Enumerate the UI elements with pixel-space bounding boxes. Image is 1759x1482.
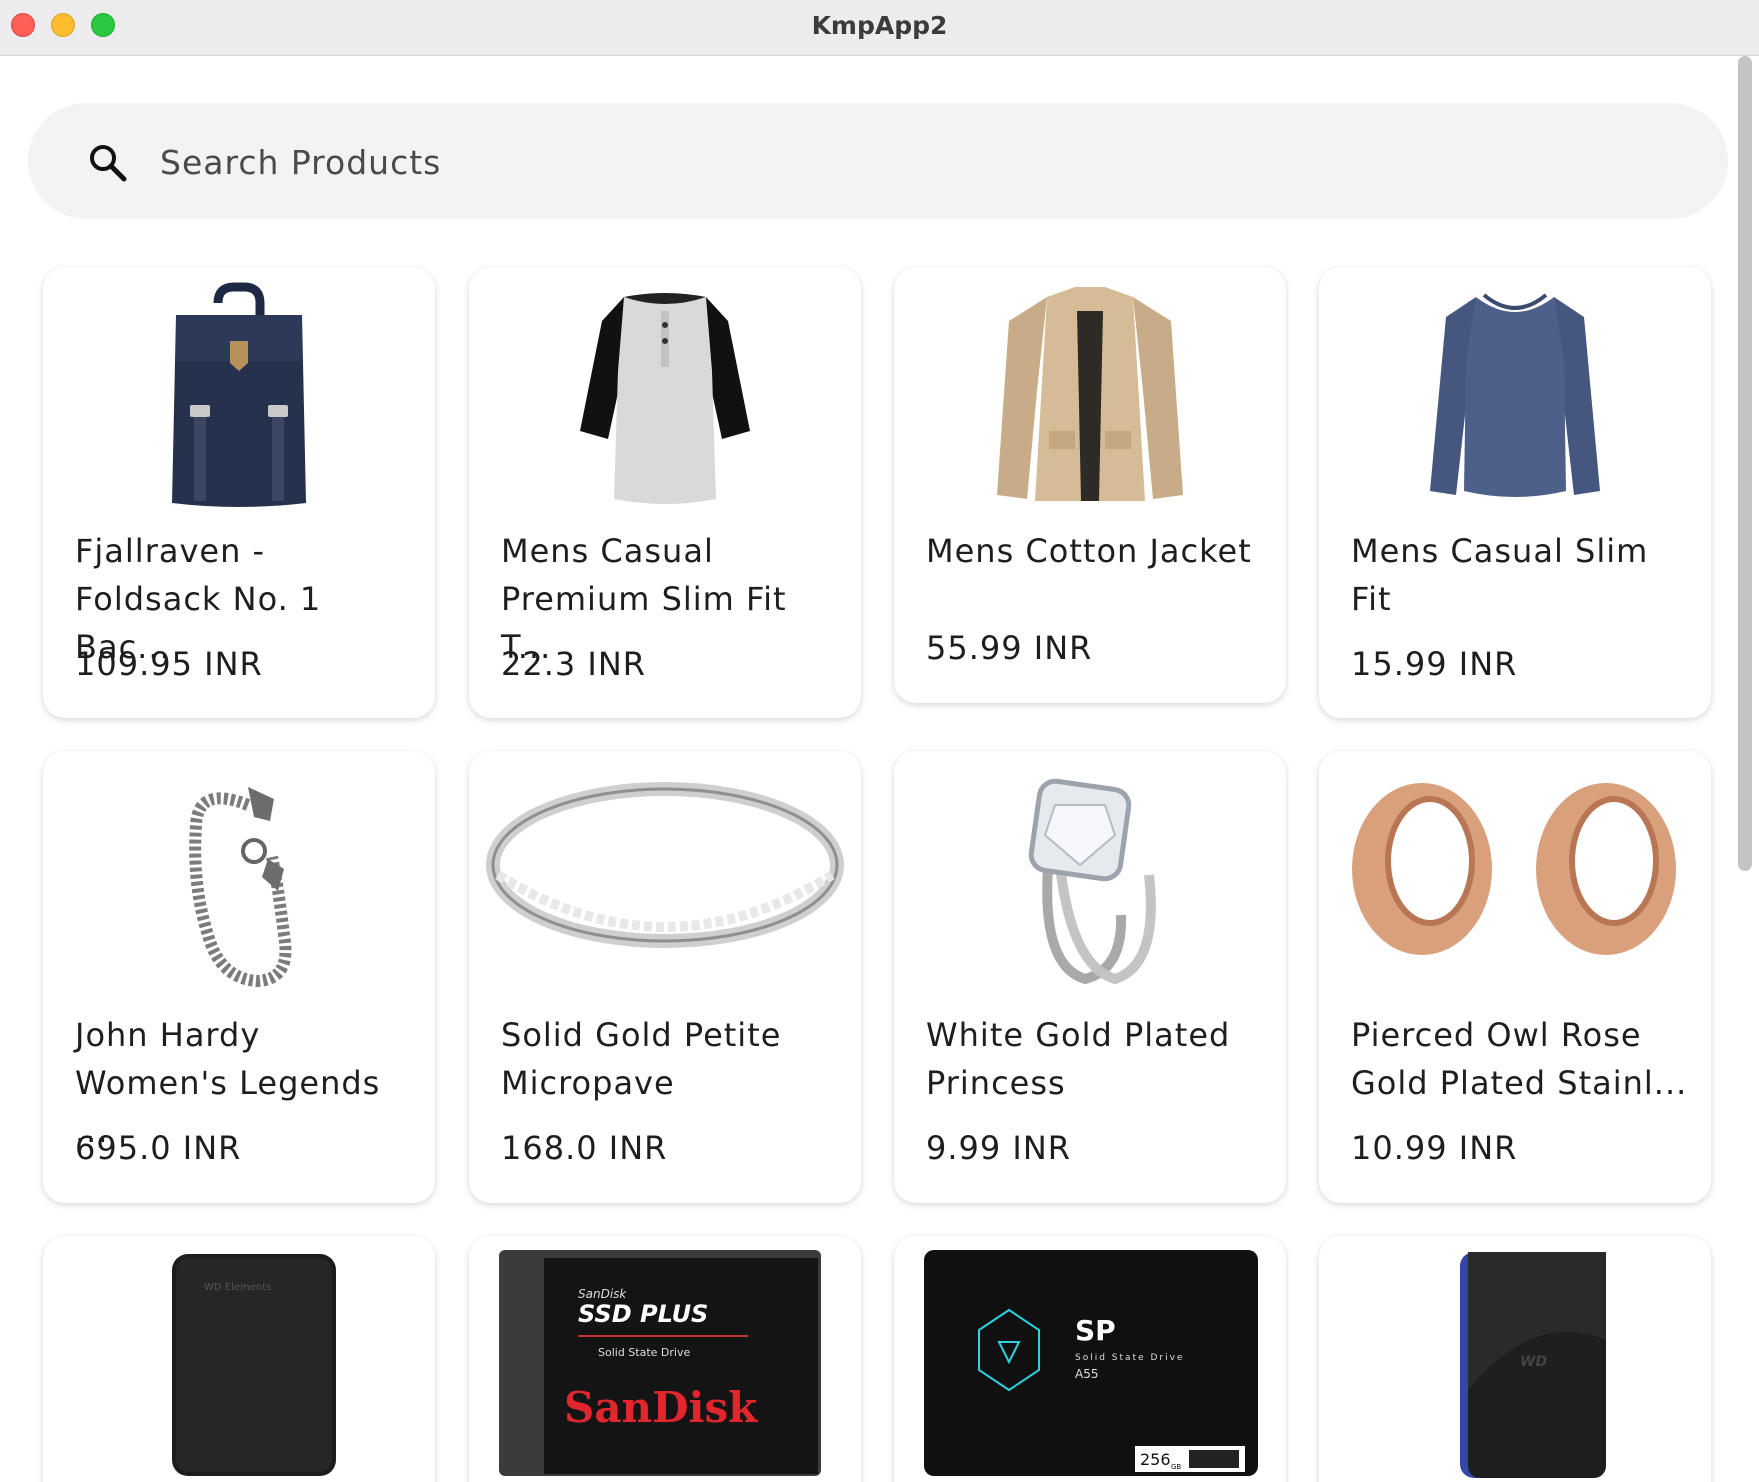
- ssd-icon: SP Solid State Drive A55 256 GB: [909, 1250, 1271, 1480]
- product-price: 10.99 INR: [1351, 1129, 1518, 1167]
- product-name: Mens Casual Slim Fit: [1351, 532, 1649, 618]
- search-icon: [88, 143, 128, 183]
- product-price: 55.99 INR: [926, 629, 1093, 667]
- bracelet-icon: [58, 765, 420, 995]
- search-bar[interactable]: Search Products: [28, 103, 1728, 219]
- product-price: 109.95 INR: [75, 645, 263, 683]
- product-card[interactable]: Fjallraven - Foldsack No. 1 Bac... 109.9…: [43, 267, 435, 718]
- ssd-capacity-unit: GB: [1171, 1463, 1181, 1471]
- vertical-scrollbar[interactable]: [1738, 56, 1752, 871]
- product-card[interactable]: Mens Casual Premium Slim Fit T... 22.3 I…: [469, 267, 861, 718]
- product-name: White Gold Plated Princess: [926, 1016, 1231, 1102]
- product-name: Solid Gold Petite Micropave: [501, 1016, 782, 1102]
- product-name: Pierced Owl Rose Gold Plated Stainl...: [1351, 1016, 1688, 1102]
- raglan-shirt-icon: [484, 281, 846, 511]
- title-bar: KmpApp2: [0, 0, 1759, 56]
- product-card[interactable]: Solid Gold Petite Micropave 168.0 INR: [469, 751, 861, 1203]
- product-card[interactable]: White Gold Plated Princess 9.99 INR: [894, 751, 1286, 1203]
- ssd-icon: SanDisk SSD PLUS Solid State Drive SanDi…: [484, 1250, 846, 1480]
- product-card[interactable]: SP Solid State Drive A55 256 GB: [894, 1236, 1286, 1482]
- product-card[interactable]: WD: [1319, 1236, 1711, 1482]
- ssd-model: A55: [1075, 1367, 1098, 1381]
- external-hard-drive-icon: WD Elements: [58, 1250, 420, 1480]
- ssd-capacity: 256: [1140, 1450, 1171, 1469]
- product-card[interactable]: WD Elements: [43, 1236, 435, 1482]
- ear-tunnels-icon: [1334, 765, 1696, 995]
- product-card[interactable]: John Hardy Women's Legends ... 695.0 INR: [43, 751, 435, 1203]
- product-card[interactable]: Pierced Owl Rose Gold Plated Stainl... 1…: [1319, 751, 1711, 1203]
- app-window: KmpApp2 Search Products Fjallraven - Fol…: [0, 0, 1759, 1482]
- product-card[interactable]: Mens Casual Slim Fit 15.99 INR: [1319, 267, 1711, 718]
- jacket-icon: [909, 281, 1271, 511]
- long-sleeve-shirt-icon: [1334, 281, 1696, 511]
- diamond-ring-icon: [909, 765, 1271, 995]
- portable-drive-icon: WD: [1334, 1250, 1696, 1480]
- ssd-label-type: Solid State Drive: [598, 1346, 690, 1359]
- product-card[interactable]: Mens Cotton Jacket 55.99 INR: [894, 267, 1286, 703]
- product-price: 695.0 INR: [75, 1129, 242, 1167]
- window-title: KmpApp2: [811, 11, 948, 40]
- drive-logo-text: WD: [1520, 1354, 1547, 1370]
- product-price: 15.99 INR: [1351, 645, 1518, 683]
- product-price: 22.3 INR: [501, 645, 647, 683]
- product-card[interactable]: SanDisk SSD PLUS Solid State Drive SanDi…: [469, 1236, 861, 1482]
- ssd-label-brand: SanDisk: [564, 1383, 758, 1432]
- ssd-brand: SP: [1075, 1314, 1116, 1347]
- drive-logo-text: WD Elements: [204, 1282, 271, 1293]
- band-ring-icon: [484, 765, 846, 995]
- search-input[interactable]: Search Products: [160, 143, 441, 182]
- product-price: 168.0 INR: [501, 1129, 668, 1167]
- ssd-type: Solid State Drive: [1075, 1353, 1184, 1363]
- backpack-icon: [58, 281, 420, 511]
- product-price: 9.99 INR: [926, 1129, 1072, 1167]
- product-name: Mens Cotton Jacket: [926, 532, 1252, 570]
- ssd-label-small: SanDisk: [578, 1287, 627, 1301]
- ssd-label-product: SSD PLUS: [578, 1300, 708, 1328]
